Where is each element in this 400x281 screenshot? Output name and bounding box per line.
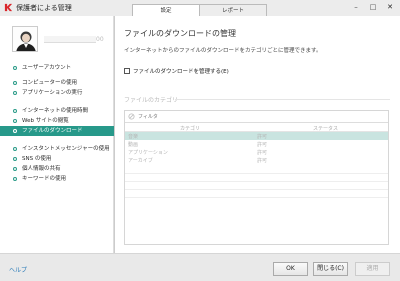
sidebar-item-app-launch[interactable]: アプリケーションの実行 [0,88,114,98]
row-category: アプリケーション [128,150,168,156]
top-tabs: 設定 レポート [132,4,267,16]
status-dot-icon [13,167,17,171]
empty-row-line [125,181,388,182]
sidebar-item-internet-time[interactable]: インターネットの使用時間 [0,106,114,116]
table-row[interactable]: アーカイブ 許可 [125,156,388,164]
ok-button[interactable]: OK [273,262,308,276]
table-row[interactable]: 動画 許可 [125,140,388,148]
empty-row-line [125,189,388,190]
kaspersky-k-icon [4,3,13,12]
sidebar-item-file-download[interactable]: ファイルのダウンロード [0,126,114,136]
column-header-category[interactable]: カテゴリ [180,125,200,132]
user-name-field [44,36,96,43]
status-dot-icon [13,66,17,70]
sidebar-item-web-browsing[interactable]: Web サイトの閲覧 [0,116,114,126]
manage-downloads-label[interactable]: ファイルのダウンロードを管理する(E) [133,67,229,75]
row-status: 許可 [257,134,268,140]
nav-group-account: ユーザーアカウント [0,63,114,73]
status-dot-icon [13,109,17,113]
close-button[interactable]: 閉じる(C) [313,262,348,276]
minimize-button[interactable]: – [348,2,364,13]
page-description: インターネットからのファイルのダウンロードをカテゴリごとに管理できます。 [124,48,322,54]
row-category: アーカイブ [128,158,153,164]
user-name-suffix: 00 [96,36,104,43]
nav-group-computer: コンピューターの使用 アプリケーションの実行 [0,78,114,98]
status-dot-icon [13,129,17,133]
tab-reports[interactable]: レポート [199,4,267,16]
help-link[interactable]: ヘルプ [9,265,27,274]
footer-bar: ヘルプ OK 閉じる(C) 適用 [0,253,400,281]
file-category-list: カテゴリ ステータス 音楽 許可 動画 許可 アプリケーション 許可 アーカイブ… [124,110,389,245]
tab-settings[interactable]: 設定 [132,4,200,16]
row-category: 動画 [128,142,139,148]
window-title: 保護者による管理 [16,4,72,12]
table-row[interactable]: アプリケーション 許可 [125,148,388,156]
row-status: 許可 [257,150,268,156]
file-category-section-label: ファイルのカテゴリ [124,97,179,104]
sidebar-item-computer-use[interactable]: コンピューターの使用 [0,78,114,88]
empty-row-line [125,197,388,198]
empty-row-line [125,173,388,174]
manage-downloads-checkbox[interactable] [124,68,130,74]
sidebar-item-user-account[interactable]: ユーザーアカウント [0,63,114,73]
sidebar-item-personal-info[interactable]: 個人情報の共有 [0,164,114,174]
filter-input[interactable] [138,113,338,121]
table-row[interactable]: 音楽 許可 [125,132,388,140]
apply-button[interactable]: 適用 [355,262,390,276]
sidebar: 00 ユーザーアカウント コンピューターの使用 アプリケーションの実行 インター… [0,16,114,253]
sidebar-item-instant-messenger[interactable]: インスタントメッセンジャーの使用 [0,144,114,154]
user-silhouette-icon [13,27,37,51]
table-header: カテゴリ ステータス [125,124,388,132]
main-panel: ファイルのダウンロードの管理 インターネットからのファイルのダウンロードをカテゴ… [114,16,400,253]
row-status: 許可 [257,158,268,164]
filter-row [125,111,388,123]
status-dot-icon [13,177,17,181]
filter-circle-icon [128,113,135,120]
page-title: ファイルのダウンロードの管理 [124,29,236,38]
manage-downloads-checkbox-row[interactable]: ファイルのダウンロードを管理する(E) [124,67,229,75]
sidebar-item-sns[interactable]: SNS の使用 [0,154,114,164]
sidebar-item-keywords[interactable]: キーワードの使用 [0,174,114,184]
user-avatar [12,26,38,52]
window-controls: – □ ✕ [348,2,398,13]
row-status: 許可 [257,142,268,148]
column-header-status[interactable]: ステータス [313,125,338,132]
status-dot-icon [13,147,17,151]
status-dot-icon [13,157,17,161]
table-rows: 音楽 許可 動画 許可 アプリケーション 許可 アーカイブ 許可 [125,132,388,164]
status-dot-icon [13,91,17,95]
status-dot-icon [13,81,17,85]
nav-group-internet: インターネットの使用時間 Web サイトの閲覧 ファイルのダウンロード [0,106,114,136]
section-divider [175,99,390,100]
maximize-button[interactable]: □ [365,2,381,13]
status-dot-icon [13,119,17,123]
close-window-button[interactable]: ✕ [382,2,398,13]
nav-group-communication: インスタントメッセンジャーの使用 SNS の使用 個人情報の共有 キーワードの使… [0,144,114,184]
row-category: 音楽 [128,134,139,140]
